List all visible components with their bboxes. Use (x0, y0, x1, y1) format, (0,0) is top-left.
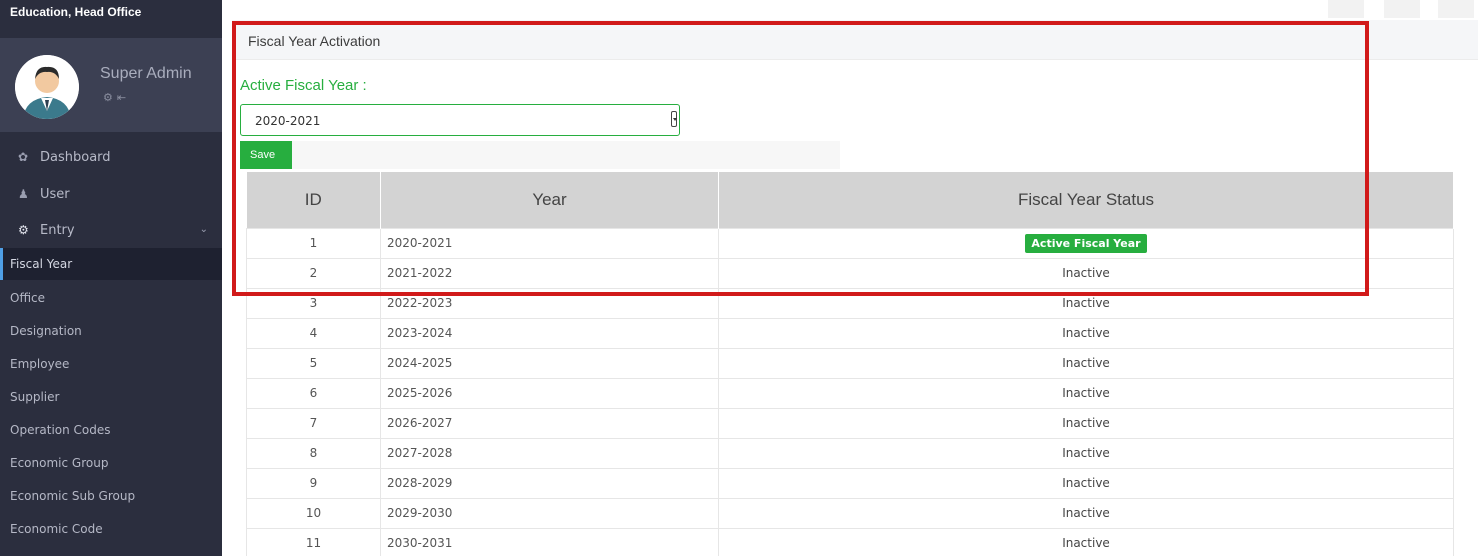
cell-year: 2025-2026 (380, 377, 719, 409)
user-icon: ♟ (18, 187, 29, 201)
table-row: 9 2028-2029 Inactive (246, 467, 1454, 499)
sidebar-item-supplier[interactable]: Supplier (0, 381, 222, 413)
chevron-down-icon: ⌄ (199, 224, 208, 235)
leaf-icon: ✿ (18, 150, 29, 164)
sidebar-item-fiscal-year[interactable]: Fiscal Year (0, 248, 222, 280)
cell-id: 4 (246, 317, 381, 349)
cell-year: 2024-2025 (380, 347, 719, 379)
placeholder-shape (1438, 0, 1474, 18)
cell-id: 6 (246, 377, 381, 409)
cell-status: Inactive (718, 377, 1454, 409)
sidebar-item-designation[interactable]: Designation (0, 315, 222, 347)
sidebar-item-economic-group[interactable]: Economic Group (0, 447, 222, 479)
cell-id: 7 (246, 407, 381, 439)
placeholder-shape (1384, 0, 1420, 18)
cell-status: Inactive (718, 467, 1454, 499)
highlight-box (232, 21, 1369, 296)
cell-year: 2028-2029 (380, 467, 719, 499)
app-page: Education, Head Office Super Admin ⚙⇤ ✿ D… (0, 0, 1478, 556)
cell-id: 5 (246, 347, 381, 379)
cell-year: 2029-2030 (380, 497, 719, 529)
sidebar-item-label: Entry (40, 223, 75, 238)
sidebar-item-office[interactable]: Office (0, 282, 222, 314)
cell-status: Inactive (718, 527, 1454, 556)
sidebar-item-operation-codes[interactable]: Operation Codes (0, 414, 222, 446)
sidebar-item-economic-code[interactable]: Economic Code (0, 513, 222, 545)
placeholder-shape (1328, 0, 1364, 18)
user-profile: Super Admin ⚙⇤ (0, 38, 222, 132)
table-row: 11 2030-2031 Inactive (246, 527, 1454, 556)
logout-icon[interactable]: ⇤ (117, 91, 130, 104)
avatar (15, 55, 79, 119)
cell-id: 10 (246, 497, 381, 529)
top-strip (222, 0, 1478, 10)
cell-year: 2027-2028 (380, 437, 719, 469)
cell-id: 11 (246, 527, 381, 556)
cell-id: 8 (246, 437, 381, 469)
cell-status: Inactive (718, 407, 1454, 439)
sidebar-item-user[interactable]: ♟ User (0, 177, 222, 211)
user-name: Super Admin (100, 65, 192, 82)
table-row: 8 2027-2028 Inactive (246, 437, 1454, 469)
gear-icon: ⚙ (18, 223, 29, 237)
settings-icon[interactable]: ⚙ (103, 91, 117, 104)
sidebar-item-label: User (40, 187, 70, 202)
table-row: 7 2026-2027 Inactive (246, 407, 1454, 439)
sidebar-item-employee[interactable]: Employee (0, 348, 222, 380)
org-name: Education, Head Office (0, 0, 222, 34)
table-row: 5 2024-2025 Inactive (246, 347, 1454, 379)
cell-status: Inactive (718, 317, 1454, 349)
cell-year: 2026-2027 (380, 407, 719, 439)
cell-id: 9 (246, 467, 381, 499)
sidebar-item-dashboard[interactable]: ✿ Dashboard (0, 140, 222, 174)
table-row: 10 2029-2030 Inactive (246, 497, 1454, 529)
cell-status: Inactive (718, 497, 1454, 529)
table-row: 4 2023-2024 Inactive (246, 317, 1454, 349)
cell-year: 2023-2024 (380, 317, 719, 349)
cell-status: Inactive (718, 347, 1454, 379)
table-row: 6 2025-2026 Inactive (246, 377, 1454, 409)
sidebar-item-economic-sub-group[interactable]: Economic Sub Group (0, 480, 222, 512)
cell-year: 2030-2031 (380, 527, 719, 556)
sidebar: Education, Head Office Super Admin ⚙⇤ ✿ D… (0, 0, 222, 556)
cell-status: Inactive (718, 437, 1454, 469)
sidebar-item-entry[interactable]: ⚙ Entry ⌄ (0, 213, 222, 247)
sidebar-item-label: Dashboard (40, 150, 111, 165)
